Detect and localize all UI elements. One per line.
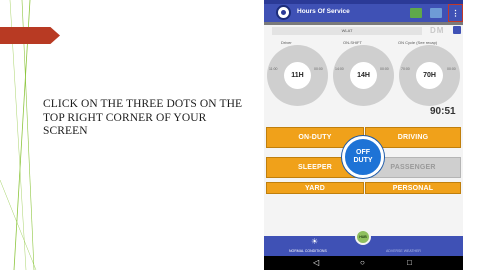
sun-icon[interactable]: ☀ [311, 237, 318, 246]
adverse-weather-label[interactable]: ADVERSE WEATHER [386, 249, 421, 253]
truck-icon[interactable] [430, 8, 442, 18]
app-bar: Hours Of Service ⋮ [264, 4, 463, 22]
phone-screen: Hours Of Service ⋮ WLAT DM Driver 11H 11… [264, 0, 463, 270]
mail-icon[interactable] [410, 8, 422, 18]
normal-conditions-label[interactable]: NORMAL CONDITIONS [289, 249, 327, 253]
more-vert-icon[interactable]: ⋮ [448, 4, 463, 22]
gauge-driver-left-tick: 11:00 [269, 67, 278, 71]
app-title: Hours Of Service [297, 8, 350, 15]
gauge-onshift-left-tick: 14:00 [335, 67, 344, 71]
hub-button[interactable]: HUB [355, 229, 371, 245]
off-duty-button[interactable]: OFF DUTY [342, 136, 384, 178]
personal-button[interactable]: PERSONAL [365, 182, 461, 194]
gauge-cycle-value: 70H [416, 62, 443, 89]
gauge-onshift: 14H [333, 45, 394, 106]
gauge-cycle-right-tick: 00:00 [447, 67, 456, 71]
slide-instruction-text: Click on the three dots on the top right… [43, 98, 243, 137]
gauge-onshift-value: 14H [350, 62, 377, 89]
off-duty-line1: OFF [356, 149, 370, 156]
remaining-timer: 90:51 [430, 106, 456, 117]
date-row: WLAT DM [264, 25, 463, 36]
gauge-driver: 11H [267, 45, 328, 106]
date-field[interactable]: WLAT [272, 27, 422, 35]
gauge-driver-right-tick: 00:00 [314, 67, 323, 71]
calendar-icon[interactable] [453, 26, 461, 34]
dm-label: DM [430, 26, 445, 35]
off-duty-line2: DUTY [353, 157, 373, 164]
recents-icon[interactable]: □ [407, 257, 412, 269]
logo-icon [276, 5, 291, 20]
gauge-driver-value: 11H [284, 62, 311, 89]
back-icon[interactable]: ◁ [313, 257, 319, 269]
slide-accent-flag [0, 27, 60, 44]
gauge-onshift-right-tick: 00:00 [380, 67, 389, 71]
system-nav-bar: ◁ ○ □ [264, 256, 463, 270]
gauge-cycle: 70H [399, 45, 460, 106]
home-icon[interactable]: ○ [360, 257, 365, 269]
gauge-cycle-left-tick: 70:00 [401, 67, 410, 71]
gauge-driver-label: Driver [281, 40, 292, 45]
yard-button[interactable]: YARD [266, 182, 364, 194]
